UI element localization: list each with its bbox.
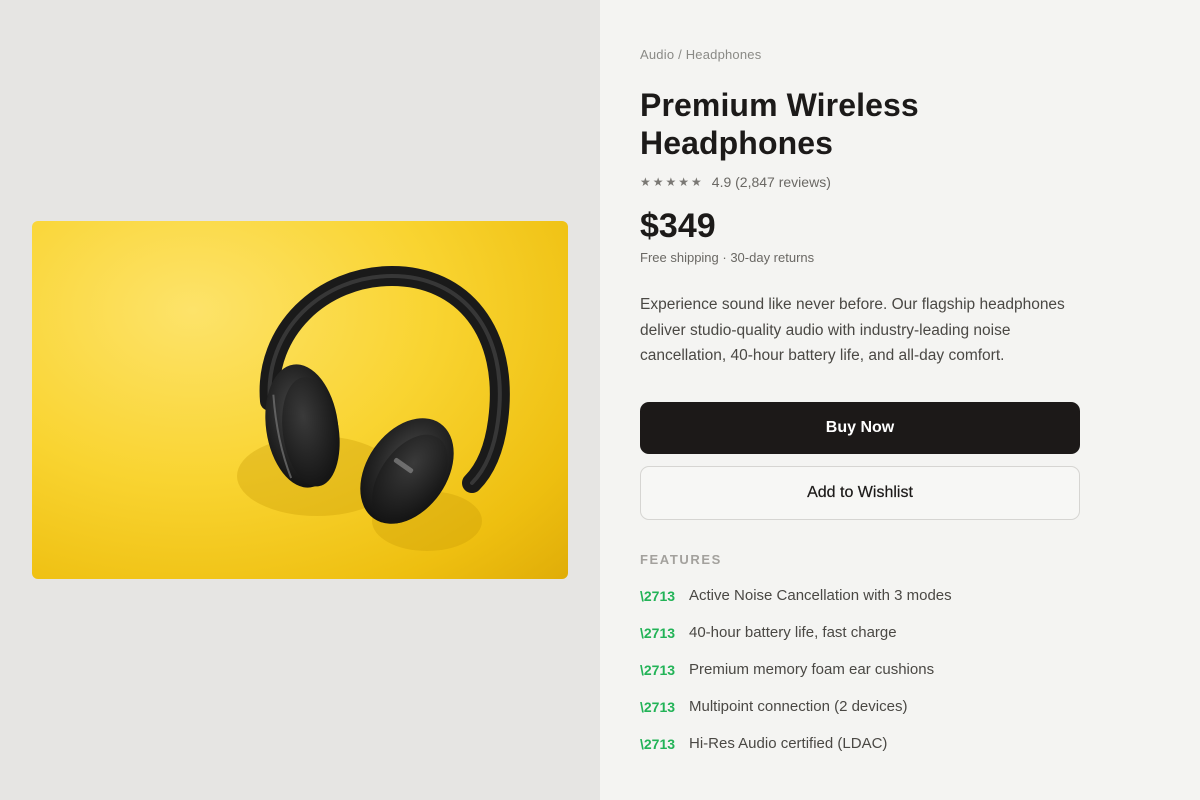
feature-text: Hi-Res Audio certified (LDAC): [689, 735, 888, 753]
headphones-image: [237, 265, 510, 551]
check-icon: \2713: [640, 661, 676, 678]
add-to-wishlist-button[interactable]: Add to Wishlist: [640, 465, 1080, 520]
feature-text: 40-hour battery life, fast charge: [689, 624, 897, 642]
list-item: \2713 Active Noise Cancellation with 3 m…: [640, 586, 1080, 606]
star-rating-icon: ★★★★★: [640, 175, 704, 189]
check-icon: \2713: [640, 624, 676, 641]
feature-text: Active Noise Cancellation with 3 modes: [689, 587, 952, 605]
product-page: Audio / Headphones Premium Wireless Head…: [0, 0, 1200, 800]
check-icon: \2713: [640, 698, 676, 715]
list-item: \2713 Hi-Res Audio certified (LDAC): [640, 734, 1080, 754]
check-icon: \2713: [640, 735, 676, 752]
buy-now-button[interactable]: Buy Now: [640, 401, 1080, 454]
feature-text: Premium memory foam ear cushions: [689, 661, 935, 679]
rating-row: ★★★★★ 4.9 (2,847 reviews): [640, 172, 1080, 192]
rating-summary[interactable]: 4.9 (2,847 reviews): [712, 174, 831, 190]
product-description: Experience sound like never before. Our …: [640, 296, 1065, 365]
product-gallery: [0, 0, 600, 800]
list-item: \2713 Multipoint connection (2 devices): [640, 697, 1080, 717]
product-price: $349: [640, 207, 716, 245]
breadcrumb: Audio / Headphones: [640, 46, 1080, 64]
breadcrumb-separator: /: [678, 47, 682, 62]
feature-list: \2713 Active Noise Cancellation with 3 m…: [640, 586, 1080, 754]
product-info: Audio / Headphones Premium Wireless Head…: [640, 46, 1080, 771]
check-icon: \2713: [640, 587, 676, 604]
breadcrumb-headphones[interactable]: Headphones: [686, 47, 762, 62]
product-image: [32, 221, 568, 579]
product-details: Audio / Headphones Premium Wireless Head…: [600, 0, 1200, 800]
features-heading: FEATURES: [640, 551, 722, 567]
product-title: Premium Wireless Headphones: [640, 87, 919, 161]
list-item: \2713 40-hour battery life, fast charge: [640, 623, 1080, 643]
shipping-info: Free shipping · 30-day returns: [640, 250, 815, 265]
list-item: \2713 Premium memory foam ear cushions: [640, 660, 1080, 680]
feature-text: Multipoint connection (2 devices): [689, 698, 908, 716]
breadcrumb-audio[interactable]: Audio: [640, 47, 674, 62]
